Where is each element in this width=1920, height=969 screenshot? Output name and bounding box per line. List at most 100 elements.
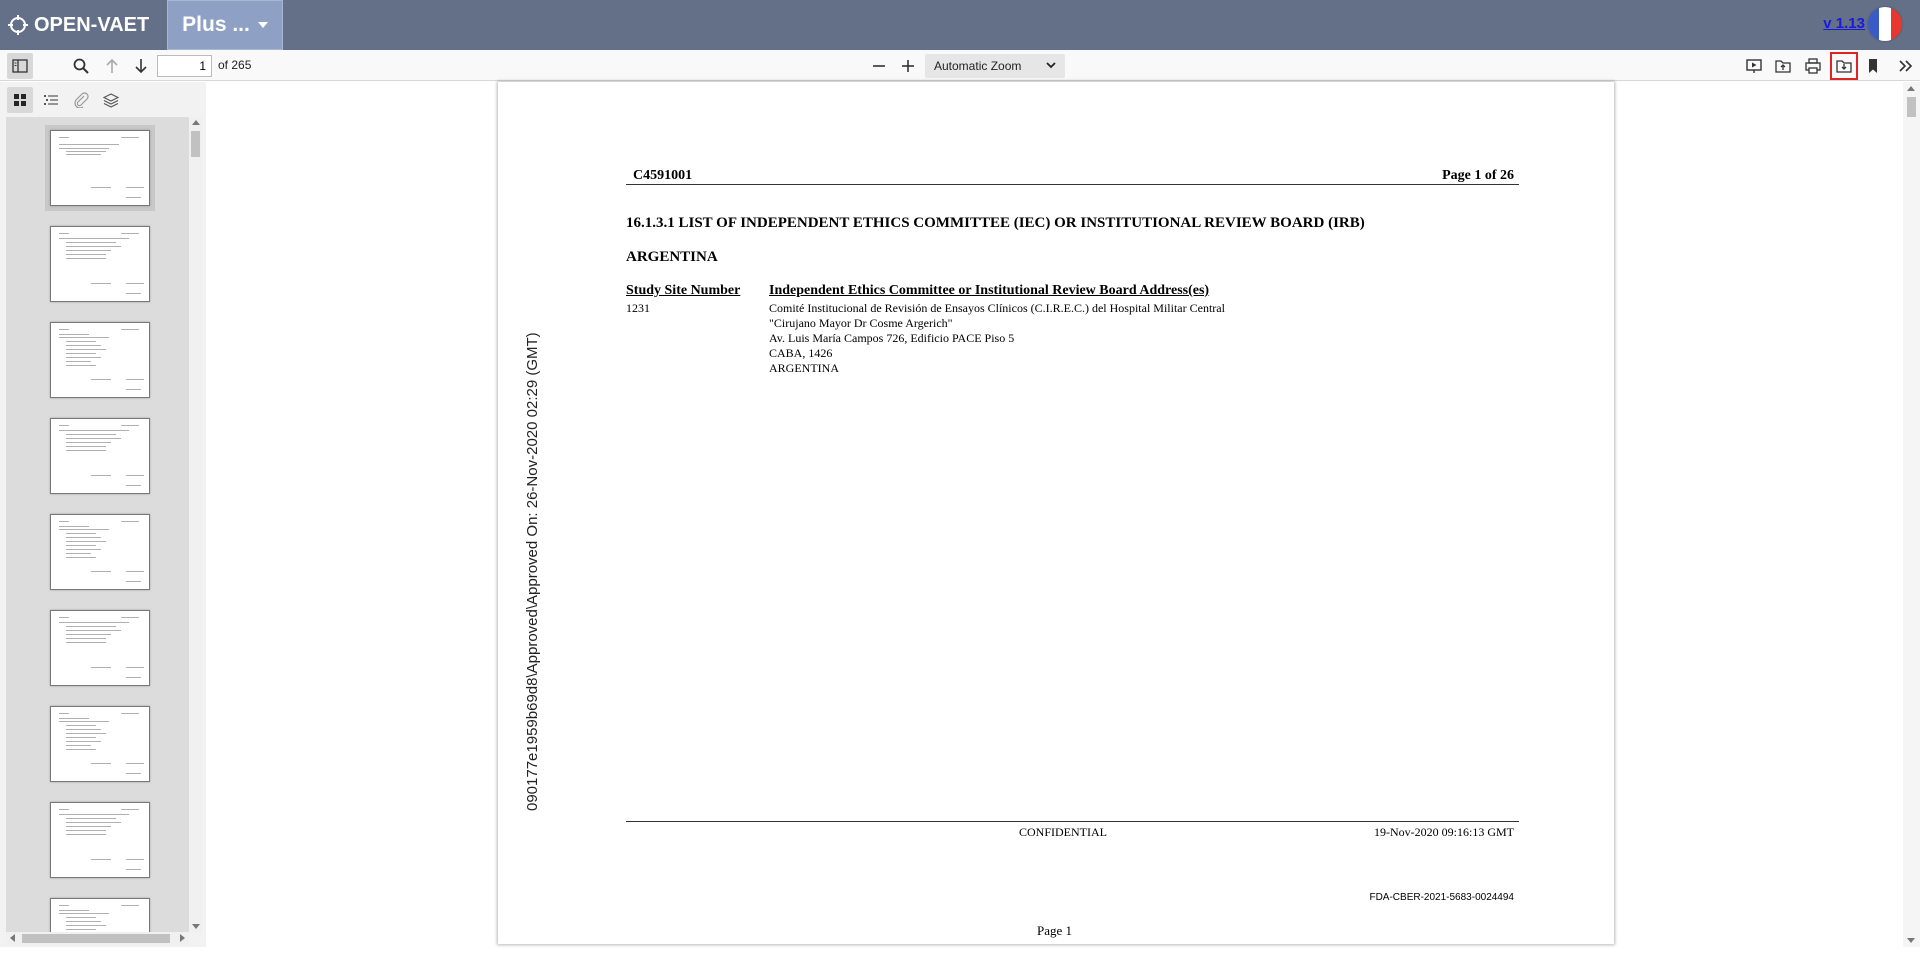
footer-timestamp: 19-Nov-2020 09:16:13 GMT (1374, 825, 1514, 839)
thumbnail-image (50, 802, 150, 878)
scroll-left-arrow-icon[interactable] (10, 934, 15, 942)
print-button[interactable] (1800, 53, 1826, 79)
footer-divider (626, 821, 1519, 822)
thumbnail-image (50, 898, 150, 932)
fda-document-number: FDA-CBER-2021-5683-0024494 (1369, 892, 1514, 903)
thumbnail-item[interactable] (45, 125, 155, 211)
thumbnail-item[interactable] (45, 317, 155, 403)
scrollbar-thumb[interactable] (1907, 97, 1916, 117)
document-id: C4591001 (633, 168, 693, 183)
sidebar (0, 82, 206, 947)
thumbnail-image (50, 226, 150, 302)
address-line: Comité Institucional de Revisión de Ensa… (769, 301, 1225, 315)
tab-outline[interactable] (38, 87, 64, 113)
confidential-label: CONFIDENTIAL (1019, 825, 1107, 839)
download-icon (1836, 60, 1852, 73)
thumbnail-item[interactable] (45, 509, 155, 595)
zoom-out-button[interactable] (866, 53, 892, 79)
scroll-down-arrow-icon[interactable] (192, 924, 200, 929)
zoom-in-button[interactable] (895, 53, 921, 79)
minus-icon (873, 65, 885, 67)
zoom-select-value: Automatic Zoom (934, 59, 1022, 73)
chevron-down-icon (1046, 62, 1056, 69)
page-of-label: Page 1 of 26 (1442, 168, 1514, 183)
version-link[interactable]: v 1.13 (1823, 15, 1865, 32)
thumbnail-image (50, 706, 150, 782)
approval-watermark: 090177e1959b69d8\Approved\Approved On: 2… (524, 332, 541, 811)
list-icon (44, 95, 58, 105)
sidebar-toggle-icon (12, 59, 28, 73)
country-heading: ARGENTINA (626, 249, 718, 265)
thumbnail-vertical-scrollbar[interactable] (189, 117, 202, 932)
address-line: Av. Luis María Campos 726, Edificio PACE… (769, 331, 1015, 345)
language-flag-button[interactable] (1868, 7, 1902, 41)
column-header-site-number: Study Site Number (626, 283, 741, 298)
thumbnail-item[interactable] (45, 797, 155, 883)
scroll-right-arrow-icon[interactable] (180, 934, 185, 942)
zoom-select[interactable]: Automatic Zoom (925, 54, 1065, 78)
layers-icon (103, 93, 119, 108)
sidebar-tabs (0, 82, 206, 116)
tab-attachments[interactable] (68, 87, 94, 113)
scroll-up-arrow-icon[interactable] (1907, 86, 1915, 91)
open-file-button[interactable] (1770, 53, 1796, 79)
flag-white-stripe (1879, 7, 1891, 41)
thumbnail-image (50, 322, 150, 398)
brand-logo[interactable]: OPEN-VAET (8, 12, 149, 38)
presentation-icon (1746, 59, 1762, 73)
thumbnail-image (50, 418, 150, 494)
tab-thumbnails[interactable] (7, 87, 33, 113)
search-icon (73, 58, 89, 74)
thumbnail-horizontal-scrollbar[interactable] (6, 932, 189, 945)
scrollbar-thumb[interactable] (191, 131, 200, 157)
presentation-mode-button[interactable] (1741, 53, 1767, 79)
thumbnail-item[interactable] (45, 605, 155, 691)
bottom-strip (0, 947, 1920, 969)
thumbnail-image (50, 514, 150, 590)
arrow-down-icon (135, 59, 147, 74)
tools-button[interactable] (1893, 53, 1919, 79)
pdf-page: C4591001 Page 1 of 26 16.1.3.1 LIST OF I… (498, 82, 1614, 944)
header-divider (626, 184, 1519, 185)
thumbnail-item[interactable] (45, 893, 155, 932)
page-number-input[interactable] (157, 55, 212, 77)
previous-page-button[interactable] (99, 53, 125, 79)
viewer-vertical-scrollbar[interactable] (1903, 82, 1920, 947)
thumbnail-item[interactable] (45, 221, 155, 307)
thumbnail-item[interactable] (45, 701, 155, 787)
crosshair-icon (8, 15, 28, 35)
search-button[interactable] (68, 53, 94, 79)
column-header-address: Independent Ethics Committee or Institut… (769, 283, 1210, 298)
next-page-button[interactable] (128, 53, 154, 79)
tab-layers[interactable] (98, 87, 124, 113)
thumbnail-item[interactable] (45, 413, 155, 499)
flag-blue-stripe (1868, 7, 1880, 41)
open-file-icon (1775, 60, 1791, 73)
address-line: "Cirujano Mayor Dr Cosme Argerich" (769, 316, 953, 330)
plus-icon (902, 60, 914, 72)
arrow-up-icon (106, 58, 118, 73)
download-button[interactable] (1830, 52, 1858, 80)
scroll-down-arrow-icon[interactable] (1907, 938, 1915, 943)
thumbnail-image (50, 130, 150, 206)
grid-icon (14, 94, 26, 106)
scroll-up-arrow-icon[interactable] (192, 120, 200, 125)
address-line: CABA, 1426 (769, 346, 833, 360)
printer-icon (1805, 58, 1821, 74)
page-footer-number: Page 1 (1037, 923, 1073, 938)
flag-red-stripe (1890, 7, 1902, 41)
section-title: 16.1.3.1 LIST OF INDEPENDENT ETHICS COMM… (626, 215, 1365, 231)
plus-menu-label: Plus ... (182, 13, 250, 36)
paperclip-icon (74, 92, 89, 108)
site-number-cell: 1231 (626, 301, 650, 315)
double-chevron-right-icon (1899, 60, 1913, 72)
caret-down-icon (257, 22, 268, 28)
thumbnail-image (50, 610, 150, 686)
scrollbar-thumb[interactable] (22, 934, 170, 943)
plus-menu-button[interactable]: Plus ... (167, 0, 283, 50)
page-count-label: of 265 (218, 58, 252, 72)
sidebar-toggle-button[interactable] (7, 53, 33, 79)
thumbnail-panel (6, 117, 189, 932)
address-line: ARGENTINA (769, 361, 839, 375)
bookmark-button[interactable] (1860, 53, 1886, 79)
